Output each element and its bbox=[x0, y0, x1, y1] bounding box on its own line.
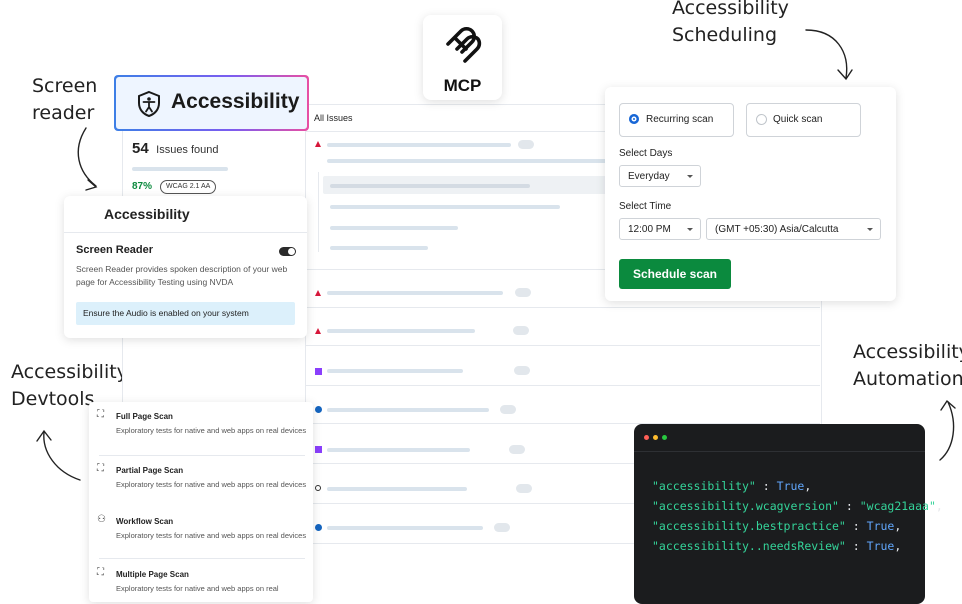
issue-severity-serious bbox=[315, 446, 322, 453]
screen-reader-section-title: Screen Reader bbox=[76, 244, 154, 256]
days-select[interactable]: Everyday bbox=[619, 165, 701, 187]
mcp-logo-icon bbox=[446, 26, 482, 63]
chevron-down-icon bbox=[867, 228, 873, 231]
screen-reader-panel: Accessibility Screen Reader Screen Reade… bbox=[64, 196, 307, 338]
issue-severity-critical bbox=[315, 328, 322, 335]
chevron-down-icon bbox=[687, 175, 693, 178]
arrow-devtools bbox=[43, 431, 81, 481]
quick-scan-label: Quick scan bbox=[773, 114, 823, 125]
arrow-scheduling bbox=[805, 29, 848, 79]
multiple-page-scan-icon: ⛶ bbox=[97, 567, 104, 578]
mcp-label: MCP bbox=[443, 76, 482, 95]
accessibility-header-card: Accessibility bbox=[114, 75, 309, 131]
code-line: "accessibility..needsReview" : True, bbox=[652, 539, 902, 553]
scan-type-workflow[interactable]: ⚇ Workflow Scan Exploratory tests for na… bbox=[89, 509, 313, 559]
full-page-scan-icon: ⛶ bbox=[97, 409, 104, 420]
code-line: "accessibility.bestpractice" : True, bbox=[652, 519, 902, 533]
issue-severity-moderate bbox=[315, 524, 322, 531]
scan-type-multiple-page[interactable]: ⛶ Multiple Page Scan Exploratory tests f… bbox=[89, 562, 313, 602]
accessibility-title: Accessibility bbox=[171, 90, 300, 113]
select-time-label: Select Time bbox=[619, 201, 672, 212]
issue-severity-critical bbox=[315, 290, 322, 297]
select-days-label: Select Days bbox=[619, 148, 673, 159]
window-maximize-dot bbox=[662, 435, 667, 440]
mcp-tile[interactable]: MCP bbox=[423, 15, 502, 100]
issue-severity-critical bbox=[315, 141, 322, 148]
arrow-automation bbox=[939, 401, 955, 461]
radio-unselected-icon bbox=[756, 114, 767, 125]
window-close-dot bbox=[644, 435, 649, 440]
schedule-scan-button[interactable]: Schedule scan bbox=[619, 259, 731, 289]
issues-progress bbox=[132, 167, 228, 171]
scheduling-panel: Recurring scan Quick scan Select Days Ev… bbox=[605, 87, 896, 301]
scan-types-panel: ⛶ Full Page Scan Exploratory tests for n… bbox=[89, 402, 313, 602]
code-line: "accessibility" : True, bbox=[652, 479, 812, 493]
code-line: "accessibility.wcagversion" : "wcag21aaa… bbox=[652, 499, 943, 513]
screen-reader-panel-title: Accessibility bbox=[104, 206, 190, 222]
issues-label: Issues found bbox=[156, 144, 219, 156]
recurring-scan-option[interactable]: Recurring scan bbox=[619, 103, 734, 137]
issues-found: 54 Issues found bbox=[132, 140, 219, 158]
accessibility-shield-icon bbox=[138, 90, 160, 118]
quick-scan-option[interactable]: Quick scan bbox=[746, 103, 861, 137]
code-snippet-window: "accessibility" : True, "accessibility.w… bbox=[634, 424, 943, 604]
score-value: 87% bbox=[132, 181, 153, 192]
issue-severity-moderate bbox=[315, 406, 322, 413]
workflow-scan-icon: ⚇ bbox=[97, 514, 106, 525]
audio-notice: Ensure the Audio is enabled on your syst… bbox=[76, 302, 295, 325]
screen-reader-toggle[interactable] bbox=[279, 247, 296, 256]
scan-type-partial-page[interactable]: ⛶ Partial Page Scan Exploratory tests fo… bbox=[89, 458, 313, 508]
issue-severity-serious bbox=[315, 368, 322, 375]
window-minimize-dot bbox=[653, 435, 658, 440]
wcag-badge: WCAG 2.1 AA bbox=[160, 180, 217, 194]
timezone-select[interactable]: (GMT +05:30) Asia/Calcutta bbox=[706, 218, 881, 240]
scan-type-full-page[interactable]: ⛶ Full Page Scan Exploratory tests for n… bbox=[89, 402, 313, 456]
screen-reader-description: Screen Reader provides spoken descriptio… bbox=[76, 264, 288, 287]
radio-selected-icon bbox=[629, 114, 639, 124]
time-select[interactable]: 12:00 PM bbox=[619, 218, 701, 240]
arrow-screen-reader bbox=[77, 127, 97, 187]
issues-count: 54 bbox=[132, 140, 149, 157]
partial-page-scan-icon: ⛶ bbox=[97, 463, 104, 474]
chevron-down-icon bbox=[687, 228, 693, 231]
issues-list-header: All Issues bbox=[314, 113, 353, 123]
recurring-scan-label: Recurring scan bbox=[646, 114, 714, 125]
